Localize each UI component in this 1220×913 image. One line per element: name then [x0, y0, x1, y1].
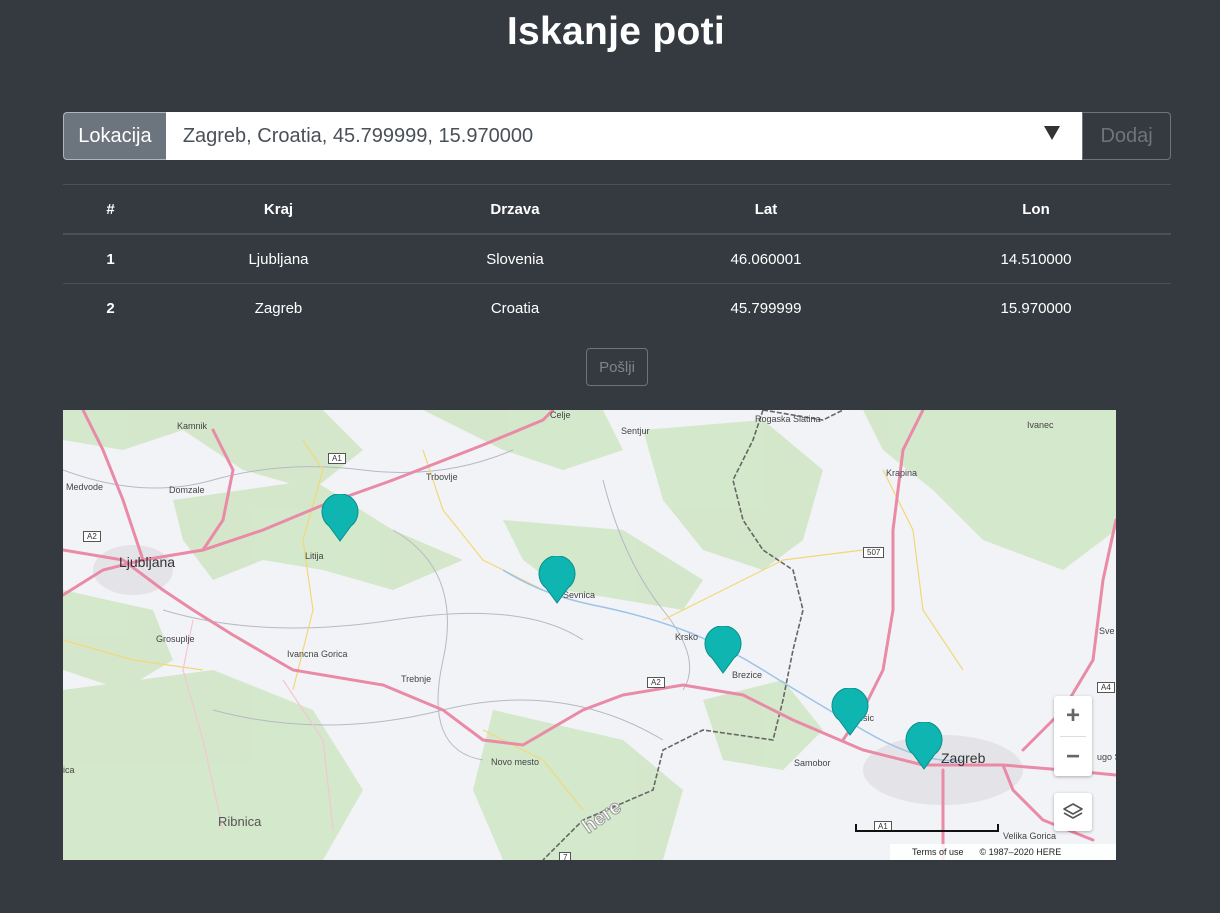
location-prepend-label: Lokacija — [63, 112, 166, 160]
route-marker-icon[interactable] — [704, 626, 742, 674]
road-shield-a4: A4 — [1097, 682, 1115, 693]
column-header-lat: Lat — [631, 184, 901, 235]
city-label-medvode: Medvode — [66, 482, 104, 492]
city-label-sentjur: Sentjur — [621, 426, 650, 436]
city-label-celje: Celje — [550, 410, 571, 420]
city-label-rogaska-slatina: Rogaska Slatina — [755, 414, 821, 424]
road-shield-a2: A2 — [647, 677, 665, 688]
city-label-trbovlje: Trbovlje — [426, 472, 458, 482]
route-marker-icon[interactable] — [905, 722, 943, 770]
zoom-out-button[interactable]: − — [1054, 737, 1092, 777]
locations-table: # Kraj Drzava Lat Lon 1 Ljubljana Sloven… — [63, 184, 1171, 332]
column-header-number: # — [63, 184, 158, 235]
table-row: 2 Zagreb Croatia 45.799999 15.970000 — [63, 283, 1171, 332]
city-label-trebnje: Trebnje — [401, 674, 432, 684]
city-label-velika-gorica: Velika Gorica — [1003, 831, 1057, 841]
city-label-dugo-selo: ugo Se — [1097, 752, 1116, 762]
map-scale-bar — [855, 824, 999, 832]
row-lon: 15.970000 — [901, 283, 1171, 332]
location-select[interactable]: Zagreb, Croatia, 45.799999, 15.970000 — [165, 112, 1083, 160]
row-lat: 46.060001 — [631, 233, 901, 284]
zoom-control: + − — [1054, 696, 1092, 776]
city-label-samobor: Samobor — [794, 758, 831, 768]
route-marker-icon[interactable] — [831, 688, 869, 736]
city-label-domzale: Domzale — [169, 485, 205, 495]
route-marker-icon[interactable] — [538, 556, 576, 604]
city-label-ribnica: Ribnica — [218, 814, 262, 829]
city-label-sveti: Sve — [1099, 626, 1115, 636]
location-input-group: Lokacija Zagreb, Croatia, 45.799999, 15.… — [63, 112, 1171, 160]
row-number: 2 — [63, 283, 158, 332]
row-country: Slovenia — [399, 233, 631, 284]
add-button[interactable]: Dodaj — [1082, 112, 1171, 160]
table-row: 1 Ljubljana Slovenia 46.060001 14.510000 — [63, 233, 1171, 284]
road-shield-507: 507 — [863, 547, 885, 558]
layers-icon — [1063, 803, 1083, 819]
route-map[interactable]: Ljubljana Zagreb Ribnica Celje Sentjur R… — [63, 410, 1116, 860]
city-label-ljubljana: Ljubljana — [119, 554, 176, 570]
city-label-litija: Litija — [305, 551, 324, 561]
row-lat: 45.799999 — [631, 283, 901, 332]
map-base-layer — [63, 410, 1116, 860]
page-title: Iskanje poti — [506, 10, 726, 53]
zoom-in-button[interactable]: + — [1054, 696, 1092, 736]
column-header-country: Drzava — [399, 184, 631, 235]
city-label-zagreb: Zagreb — [941, 750, 986, 766]
caret-down-icon — [1044, 126, 1061, 140]
row-country: Croatia — [399, 283, 631, 332]
layers-button[interactable] — [1054, 793, 1092, 831]
row-city: Ljubljana — [158, 233, 399, 284]
city-label-grosuplje: Grosuplje — [156, 634, 195, 644]
road-shield-a2: A2 — [83, 531, 101, 542]
city-label-kamnik: Kamnik — [177, 421, 208, 431]
terms-of-use-link[interactable]: Terms of use — [912, 847, 964, 857]
city-label-krsko: Krsko — [675, 632, 699, 642]
location-select-value: Zagreb, Croatia, 45.799999, 15.970000 — [182, 124, 534, 147]
city-label-edge: ica — [63, 765, 75, 775]
road-shield-7: 7 — [559, 852, 572, 860]
row-lon: 14.510000 — [901, 233, 1171, 284]
row-city: Zagreb — [158, 283, 399, 332]
column-header-city: Kraj — [158, 184, 399, 235]
row-number: 1 — [63, 233, 158, 284]
city-label-ivancna-gorica: Ivancna Gorica — [287, 649, 348, 659]
city-label-krapina: Krapina — [886, 468, 918, 478]
city-label-ivanec: Ivanec — [1027, 420, 1054, 430]
city-label-novo-mesto: Novo mesto — [491, 757, 540, 767]
map-copyright: © 1987–2020 HERE — [979, 847, 1062, 857]
map-attribution: Terms of use © 1987–2020 HERE — [890, 844, 1116, 860]
column-header-lon: Lon — [901, 184, 1171, 235]
send-button[interactable]: Pošlji — [586, 348, 648, 386]
road-shield-a1: A1 — [328, 453, 346, 464]
route-marker-icon[interactable] — [321, 494, 359, 542]
table-header-row: # Kraj Drzava Lat Lon — [63, 184, 1171, 235]
